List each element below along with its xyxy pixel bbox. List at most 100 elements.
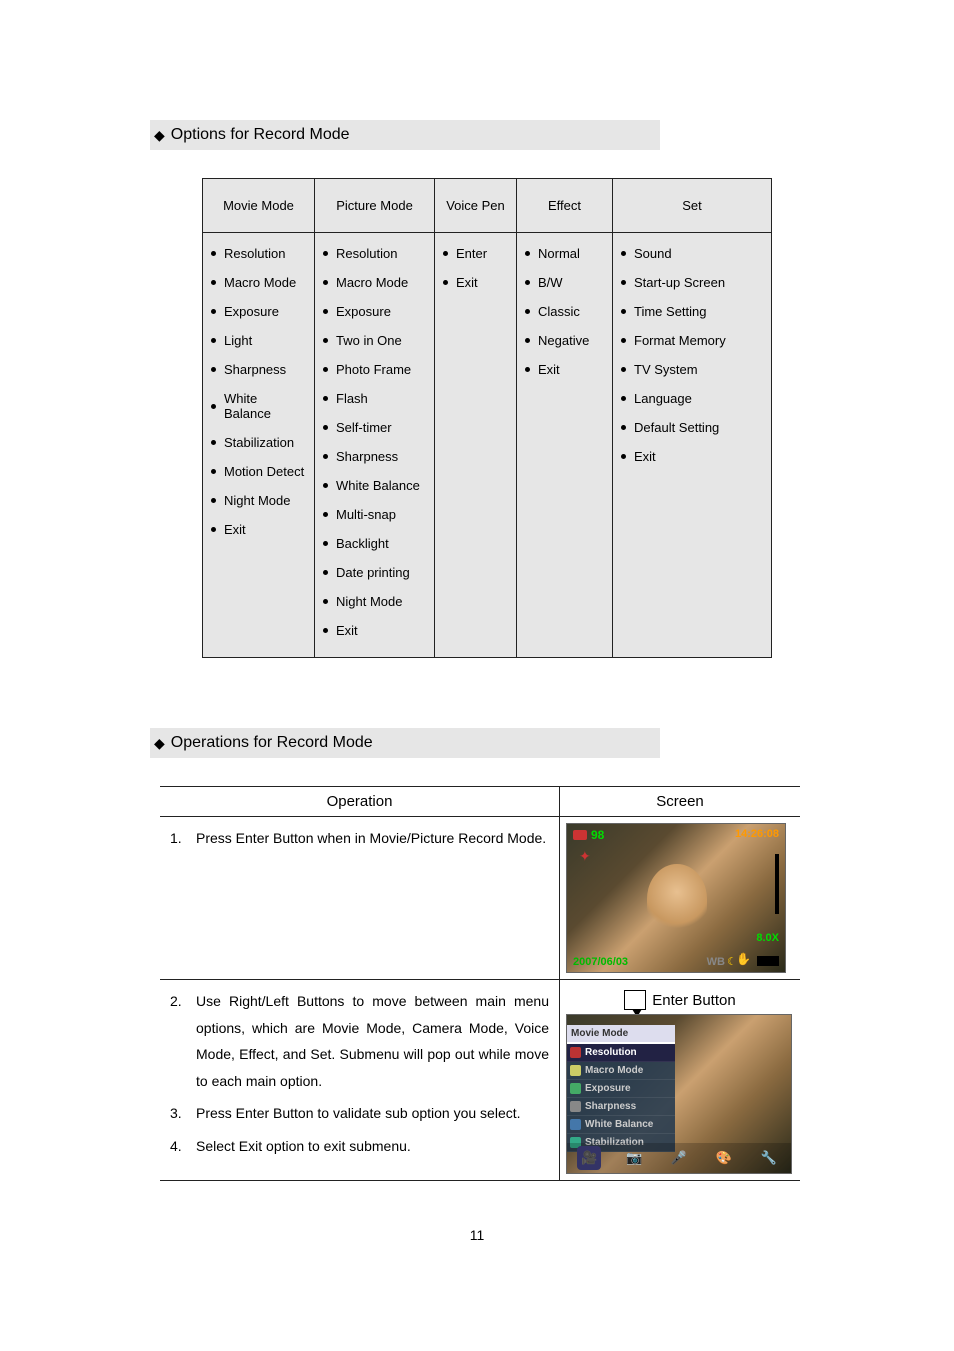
op-row-1-screen: 98 14:26:08 ✦ 8.0X 2007/06/03 WB ☾ ✋ (560, 817, 801, 980)
option-item-label: Macro Mode (336, 275, 408, 290)
option-item: Night Mode (211, 486, 306, 515)
option-item: Normal (525, 239, 604, 268)
section-heading-operations-text: Operations for Record Mode (171, 734, 373, 752)
option-item-label: Light (224, 333, 252, 348)
bullet-icon (621, 425, 626, 430)
option-item: Format Memory (621, 326, 763, 355)
option-item: Stabilization (211, 428, 306, 457)
option-item: Exit (621, 442, 763, 471)
th-set: Set (613, 179, 772, 233)
option-item-label: Negative (538, 333, 589, 348)
th-effect: Effect (517, 179, 613, 233)
bullet-icon (443, 251, 448, 256)
effect-list: NormalB/WClassicNegativeExit (517, 233, 612, 396)
option-item: Classic (525, 297, 604, 326)
op-row-2-screen: Enter Button Movie Mode ResolutionMacro … (560, 980, 801, 1181)
menu-item-icon (570, 1119, 581, 1130)
option-item-label: Classic (538, 304, 580, 319)
screen2-mock: Movie Mode ResolutionMacro ModeExposureS… (566, 1014, 792, 1174)
bullet-icon (323, 367, 328, 372)
op-row-2-cell: 2.Use Right/Left Buttons to move between… (160, 980, 560, 1181)
bullet-icon (323, 251, 328, 256)
bullet-icon (211, 404, 216, 409)
enter-button-box-icon (624, 990, 646, 1010)
option-item-label: Self-timer (336, 420, 392, 435)
option-item: Sound (621, 239, 763, 268)
op-text: Press Enter Button to validate sub optio… (196, 1100, 549, 1127)
bottom-icons: 🎥 📷 🎤 🎨 🔧 (567, 1143, 791, 1173)
bullet-icon (621, 309, 626, 314)
option-item: Date printing (323, 558, 426, 587)
menu-item-icon (570, 1083, 581, 1094)
screen1-zoom: 8.0X (756, 932, 779, 944)
bottom-icon-effect: 🎨 (712, 1146, 736, 1170)
th-movie-mode: Movie Mode (203, 179, 315, 233)
option-item: Photo Frame (323, 355, 426, 384)
operation-step: 3.Press Enter Button to validate sub opt… (170, 1100, 549, 1127)
option-item-label: White Balance (224, 391, 306, 421)
enter-button-label: Enter Button (652, 992, 735, 1009)
menu-item: Exposure (567, 1080, 675, 1098)
option-item-label: Multi-snap (336, 507, 396, 522)
bullet-icon (211, 338, 216, 343)
option-item: Exposure (211, 297, 306, 326)
option-item-label: Resolution (224, 246, 285, 261)
bullet-icon (211, 251, 216, 256)
bullet-icon (621, 396, 626, 401)
op-num: 4. (170, 1133, 196, 1160)
option-item-label: Night Mode (224, 493, 290, 508)
bullet-icon (525, 338, 530, 343)
option-item-label: Backlight (336, 536, 389, 551)
option-item-label: Exit (634, 449, 656, 464)
bottom-icon-voice: 🎤 (667, 1146, 691, 1170)
option-item: Macro Mode (211, 268, 306, 297)
option-item-label: Time Setting (634, 304, 707, 319)
bullet-icon (525, 367, 530, 372)
voice-pen-list: Enter Exit (435, 233, 516, 309)
option-item: Default Setting (621, 413, 763, 442)
option-item: Night Mode (323, 587, 426, 616)
option-item: White Balance (211, 384, 306, 428)
battery-icon (757, 956, 779, 966)
option-item: Multi-snap (323, 500, 426, 529)
menu-item-label: White Balance (585, 1119, 653, 1130)
screen1-count: 98 (591, 828, 604, 842)
bullet-icon (211, 367, 216, 372)
option-item-label: Exposure (224, 304, 279, 319)
option-item-label: Resolution (336, 246, 397, 261)
option-item: Motion Detect (211, 457, 306, 486)
option-item: Sharpness (323, 442, 426, 471)
option-item-label: White Balance (336, 478, 420, 493)
option-item-label: Flash (336, 391, 368, 406)
hand-icon: ✋ (736, 952, 751, 966)
option-item-label: Date printing (336, 565, 410, 580)
option-item-label: Normal (538, 246, 580, 261)
option-item-label: Stabilization (224, 435, 294, 450)
section-heading-options: ◆ Options for Record Mode (150, 120, 660, 150)
option-item-label: TV System (634, 362, 698, 377)
menu-item-icon (570, 1047, 581, 1058)
option-item-label: Sound (634, 246, 672, 261)
option-item-label: Exit (456, 275, 478, 290)
option-item-label: Default Setting (634, 420, 719, 435)
op-text-1: Press Enter Button when in Movie/Picture… (196, 825, 549, 852)
menu-item-label: Macro Mode (585, 1065, 643, 1076)
option-item-label: Sharpness (224, 362, 286, 377)
bullet-icon (211, 469, 216, 474)
screen1-date: 2007/06/03 (573, 956, 628, 968)
option-item: Macro Mode (323, 268, 426, 297)
bullet-icon (525, 251, 530, 256)
picture-mode-list: ResolutionMacro ModeExposureTwo in OnePh… (315, 233, 434, 657)
menu-item: Macro Mode (567, 1062, 675, 1080)
diamond-icon: ◆ (154, 127, 165, 144)
menu-item-label: Sharpness (585, 1101, 636, 1112)
option-item: Time Setting (621, 297, 763, 326)
bullet-icon (621, 338, 626, 343)
option-item-label: Format Memory (634, 333, 726, 348)
operation-step: 2.Use Right/Left Buttons to move between… (170, 988, 549, 1094)
option-item-label: Enter (456, 246, 487, 261)
bullet-icon (323, 309, 328, 314)
th-voice-pen: Voice Pen (435, 179, 517, 233)
op-num-1: 1. (170, 825, 196, 852)
bullet-icon (323, 280, 328, 285)
